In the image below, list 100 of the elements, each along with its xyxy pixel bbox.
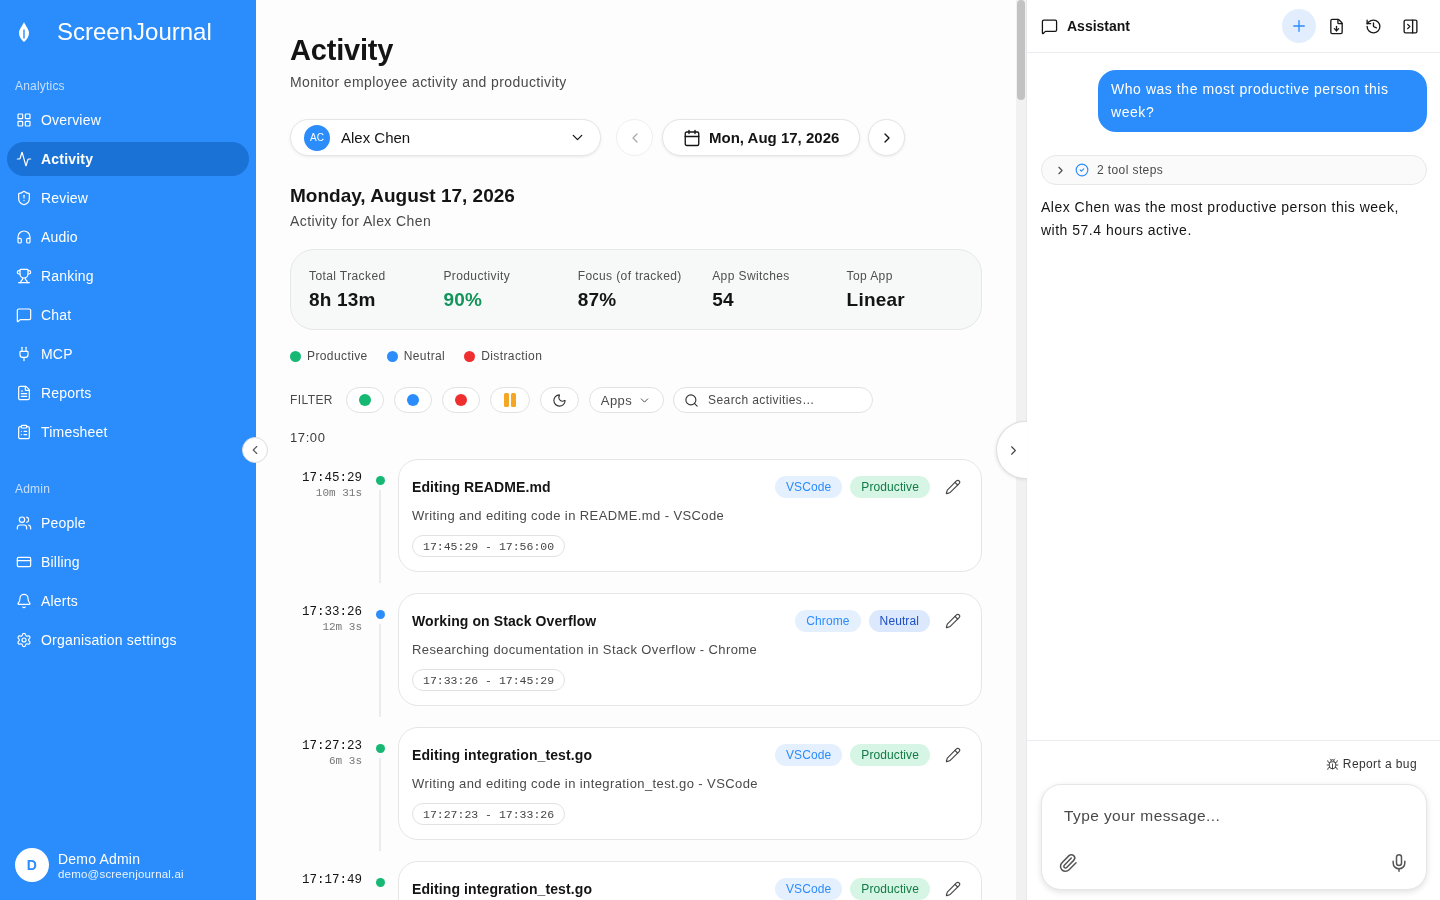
status-dot-icon — [375, 610, 385, 619]
edit-button[interactable] — [945, 613, 961, 629]
legend-label: Productive — [307, 349, 368, 363]
stat-label: Top App — [846, 268, 893, 284]
file-download-icon — [1327, 17, 1345, 35]
edit-button[interactable] — [945, 479, 961, 495]
sidebar-item[interactable]: Timesheet — [7, 415, 249, 449]
activity-description: Writing and editing code in README.md - VSCode — [412, 507, 725, 525]
status-dot-icon — [375, 878, 385, 887]
filter-label: FILTER — [290, 393, 333, 407]
message-input[interactable]: Type your message... — [1064, 806, 1409, 834]
check-circle-icon — [1075, 163, 1089, 177]
sidebar-item[interactable]: Billing — [7, 545, 249, 579]
pencil-icon — [945, 747, 961, 763]
app-tag: VSCode — [775, 476, 843, 498]
report-bug-link[interactable]: Report a bug — [1325, 756, 1417, 772]
date-picker[interactable]: Mon, Aug 17, 2026 — [662, 119, 860, 156]
microphone-icon — [1389, 853, 1409, 873]
sidebar-item[interactable]: Chat — [7, 298, 249, 332]
calendar-icon — [683, 128, 701, 147]
scrollbar[interactable] — [1016, 0, 1026, 900]
entry-duration: 6m 3s — [329, 754, 362, 769]
attach-button[interactable] — [1058, 853, 1078, 873]
apps-dropdown[interactable]: Apps — [588, 387, 665, 413]
plus-icon — [1290, 17, 1308, 35]
clipboard-icon — [16, 424, 32, 440]
edit-button[interactable] — [945, 881, 961, 897]
user-name: Demo Admin — [58, 850, 141, 867]
app-tag: VSCode — [775, 878, 843, 900]
sidebar-item[interactable]: Overview — [7, 103, 249, 137]
sidebar-item[interactable]: Activity — [7, 142, 249, 176]
category-tag: Neutral — [868, 610, 930, 632]
chat-icon — [1041, 17, 1058, 35]
category-tag: Productive — [850, 476, 930, 498]
category-tag: Productive — [850, 744, 930, 766]
stat-label: Total Tracked — [309, 268, 386, 284]
paperclip-icon — [1058, 853, 1078, 873]
stat-value: Linear — [846, 288, 905, 312]
stat-label: Productivity — [443, 268, 511, 284]
filter-chip[interactable] — [393, 387, 432, 413]
user-select[interactable]: AC Alex Chen — [290, 119, 601, 156]
sidebar-item[interactable]: Organisation settings — [7, 623, 249, 657]
status-dot-icon — [375, 476, 385, 485]
day-subheading: Activity for Alex Chen — [290, 212, 432, 231]
sidebar-item[interactable]: MCP — [7, 337, 249, 371]
sidebar-item[interactable]: Reports — [7, 376, 249, 410]
brand-name: ScreenJournal — [57, 18, 212, 46]
activity-description: Researching documentation in Stack Overflow - Chrome — [412, 641, 758, 659]
stat-label: Focus (of tracked) — [577, 268, 682, 284]
filter-chip[interactable] — [441, 387, 480, 413]
microphone-button[interactable] — [1389, 853, 1409, 873]
search-field[interactable]: Search activities… — [673, 387, 874, 413]
stat-value: 87% — [577, 288, 617, 312]
section-label: Analytics — [14, 78, 65, 94]
legend-label: Distraction — [481, 349, 543, 363]
hour-label: 17:00 — [290, 429, 326, 447]
sidebar-item[interactable]: People — [7, 506, 249, 540]
filter-chip[interactable] — [345, 387, 384, 413]
filter-chip[interactable] — [539, 387, 579, 413]
history-icon — [1364, 17, 1382, 35]
logo-icon — [18, 22, 30, 42]
sidebar-item[interactable]: Alerts — [7, 584, 249, 618]
pencil-icon — [945, 479, 961, 495]
entry-duration: 12m 3s — [322, 620, 362, 635]
app-tag: Chrome — [795, 610, 861, 632]
settings-icon — [16, 632, 32, 648]
edit-button[interactable] — [945, 747, 961, 763]
activity-title: Editing integration_test.go — [412, 747, 593, 763]
category-tag: Productive — [850, 878, 930, 900]
plug-icon — [16, 346, 32, 362]
credit-card-icon — [16, 554, 32, 570]
search-icon — [684, 393, 700, 408]
day-heading: Monday, August 17, 2026 — [290, 184, 515, 208]
headphones-icon — [16, 229, 32, 245]
bell-icon — [16, 593, 32, 609]
page-subtitle: Monitor employee activity and productivity — [290, 73, 567, 92]
tool-steps-toggle[interactable]: 2 tool steps — [1041, 155, 1427, 185]
scrollbar-thumb[interactable] — [1017, 0, 1025, 100]
stat-value: 8h 13m — [309, 288, 376, 312]
entry-time: 17:27:23 — [302, 739, 362, 754]
status-dot-icon — [375, 744, 385, 753]
activity-title: Editing integration_test.go — [412, 881, 593, 897]
sidebar-item[interactable]: Review — [7, 181, 249, 215]
moon-icon — [551, 392, 567, 408]
page-title: Activity — [290, 33, 394, 68]
pencil-icon — [945, 881, 961, 897]
panel-title: Assistant — [1067, 18, 1131, 34]
document-icon — [16, 385, 32, 401]
pause-icon — [503, 393, 516, 407]
chat-icon — [16, 307, 32, 323]
activity-title: Working on Stack Overflow — [412, 613, 597, 629]
stat-value: 90% — [443, 288, 483, 312]
sidebar-item[interactable]: Audio — [7, 220, 249, 254]
entry-time: 17:33:26 — [302, 605, 362, 620]
trophy-icon — [16, 268, 32, 284]
stat-value: 54 — [712, 288, 734, 312]
sidebar-item[interactable]: Ranking — [7, 259, 249, 293]
entry-duration: 10m 31s — [315, 486, 362, 501]
stat-label: App Switches — [712, 268, 790, 284]
user-email: demo@screenjournal.ai — [58, 867, 184, 880]
